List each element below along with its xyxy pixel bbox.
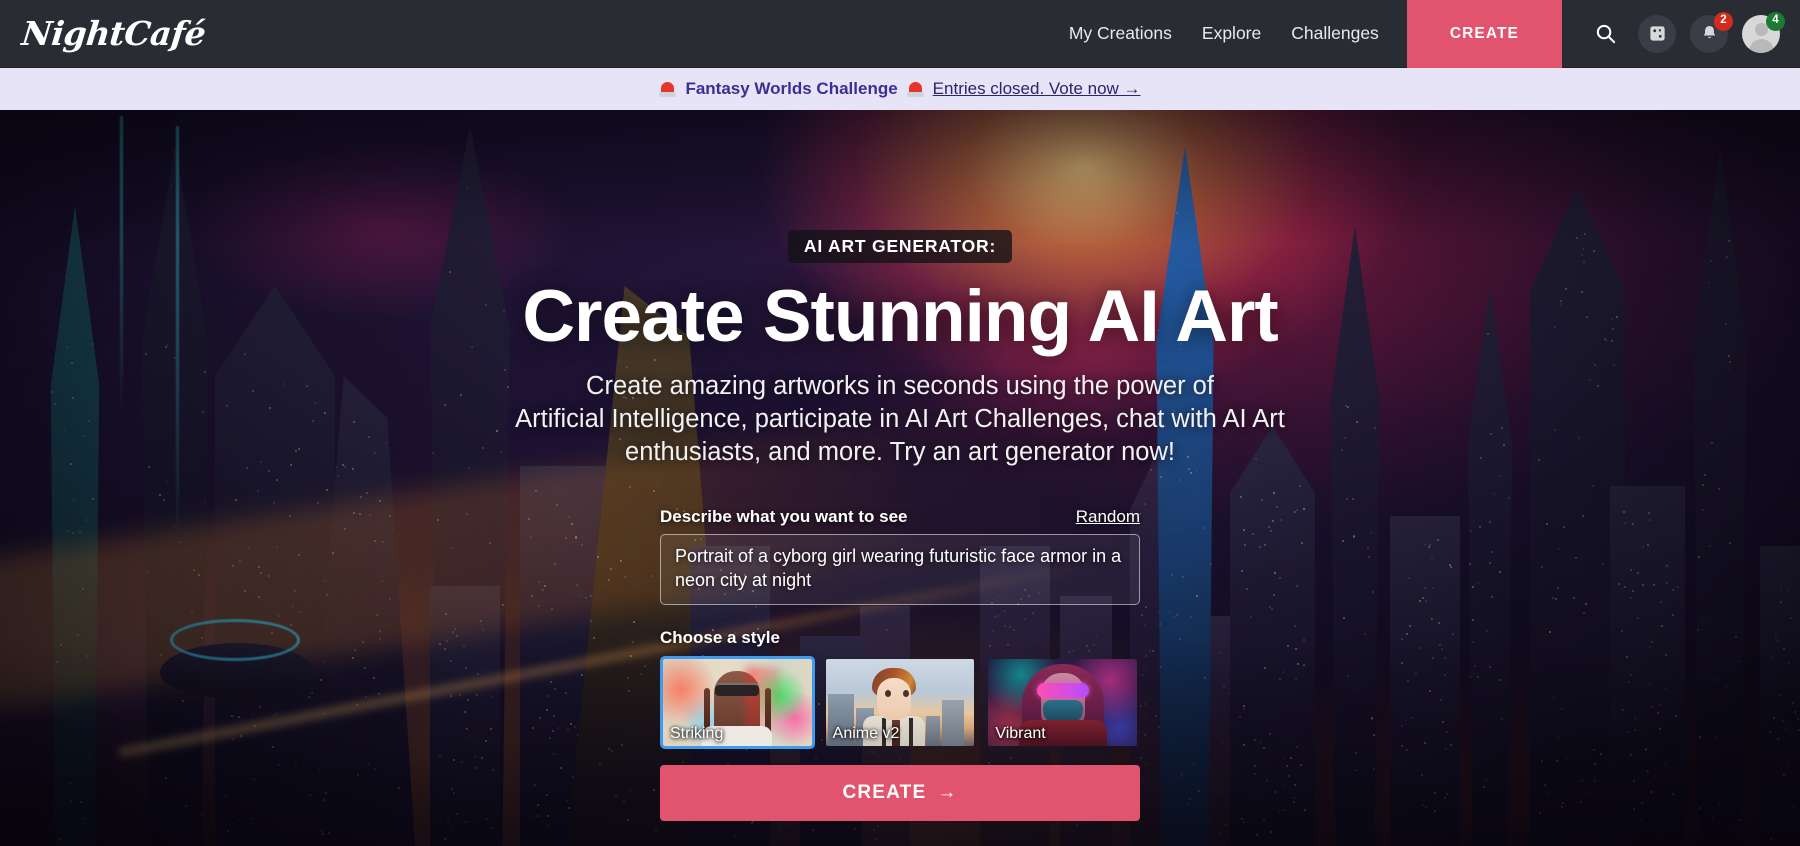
hero-subtitle-line-2: Artificial Intelligence, participate in … [515,404,1285,433]
hero-content: AI ART GENERATOR: Create Stunning AI Art… [0,110,1800,846]
create-button[interactable]: CREATE → [660,764,1140,821]
prompt-label-row: Describe what you want to see Random [660,507,1140,527]
avatar-body-shape [1748,38,1774,53]
random-prompt-link[interactable]: Random [1076,507,1140,527]
hero-subtitle-line-3: enthusiasts, and more. Try an art genera… [625,437,1175,466]
page-root: NightCafé My Creations Explore Challenge… [0,0,1800,846]
style-card-vibrant[interactable]: Vibrant [985,656,1140,749]
style-card-striking[interactable]: Striking [660,655,815,749]
style-selector: Striking Anime v2 Vibrant [660,655,1140,749]
site-header: NightCafé My Creations Explore Challenge… [0,0,1800,68]
header-icon-group: 2 4 [1562,11,1800,53]
credit-badge: 4 [1766,11,1785,31]
siren-icon-right [906,81,924,98]
avatar[interactable]: 4 [1742,11,1785,53]
style-card-anime-v2[interactable]: Anime v2 [823,656,978,749]
hero-section: AI ART GENERATOR: Create Stunning AI Art… [0,110,1800,846]
prompt-label: Describe what you want to see [660,506,908,526]
siren-icon-left [659,81,677,98]
create-form: Describe what you want to see Random Cho… [660,507,1140,821]
banner-title: Fantasy Worlds Challenge [685,79,898,98]
page-title: Create Stunning AI Art [522,276,1278,357]
nav-item-my-creations[interactable]: My Creations [1069,23,1172,44]
style-name-striking: Striking [670,724,724,742]
banner-vote-link[interactable]: Entries closed. Vote now → [933,79,1141,99]
primary-nav: My Creations Explore Challenges [1069,23,1379,44]
style-name-anime-v2: Anime v2 [832,724,900,742]
nightcafe-logo[interactable]: NightCafé [20,14,207,53]
challenge-banner[interactable]: Fantasy Worlds Challenge Entries closed.… [0,68,1800,110]
style-name-vibrant: Vibrant [995,724,1046,742]
style-label: Choose a style [660,627,780,647]
notification-badge: 2 [1714,11,1733,31]
arrow-right-icon: → [937,781,958,803]
hero-eyebrow-badge: AI ART GENERATOR: [787,230,1013,263]
nav-item-explore[interactable]: Explore [1202,23,1261,44]
header-create-button[interactable]: CREATE [1406,0,1562,68]
dice-icon[interactable] [1638,14,1676,53]
hero-subtitle-line-1: Create amazing artworks in seconds using… [586,372,1214,400]
hero-subtitle: Create amazing artworks in seconds using… [515,370,1285,469]
nav-item-challenges[interactable]: Challenges [1291,23,1379,44]
prompt-input[interactable] [660,533,1140,605]
bell-icon[interactable]: 2 [1690,11,1733,53]
create-button-label: CREATE [842,781,927,803]
search-icon[interactable] [1586,15,1624,53]
